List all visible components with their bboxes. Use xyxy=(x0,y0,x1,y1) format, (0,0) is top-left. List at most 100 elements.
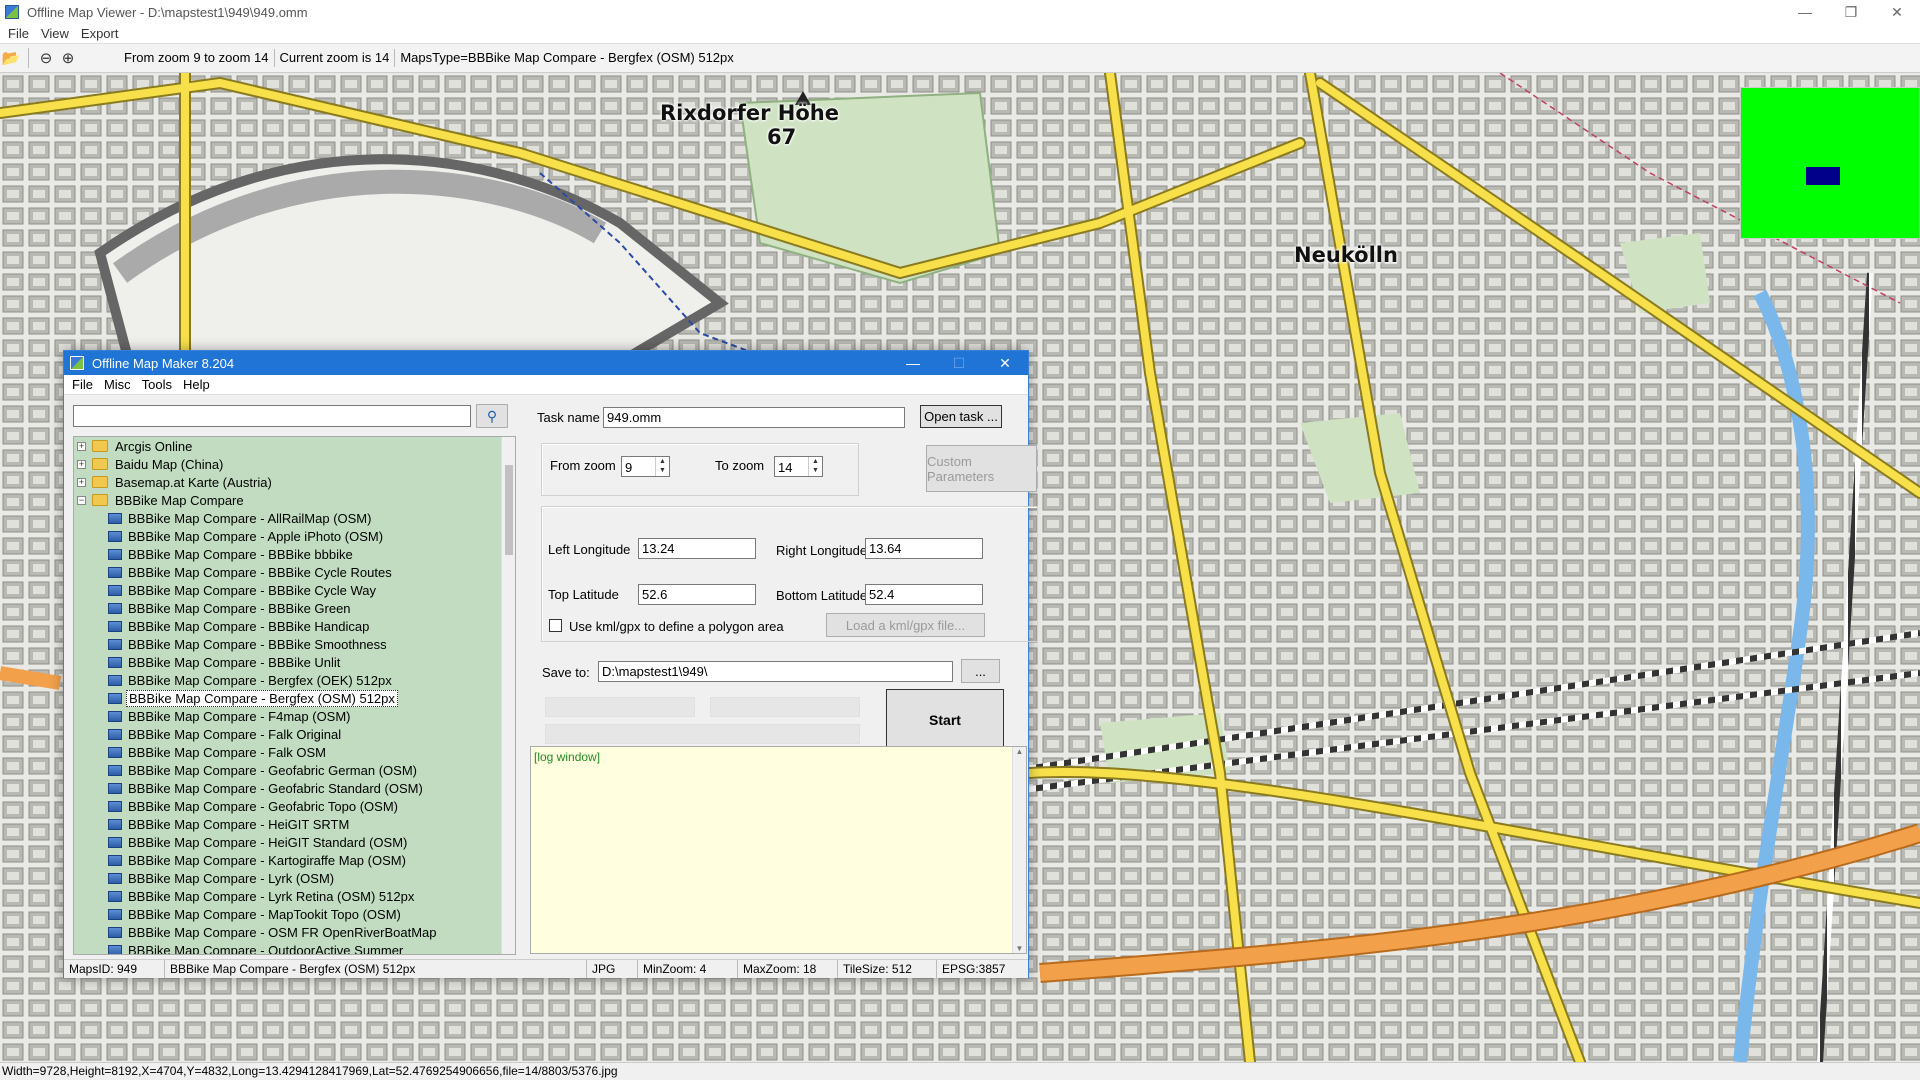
bottom-latitude-input[interactable]: 52.4 xyxy=(865,584,983,605)
tree-item[interactable]: BBBike Map Compare - HeiGIT SRTM xyxy=(74,815,351,833)
map-label-elevation: 67 xyxy=(767,125,797,149)
zoom-range-text: From zoom 9 to zoom 14 xyxy=(119,49,275,67)
restore-icon[interactable]: ❐ xyxy=(1828,0,1874,24)
toolbar-separator xyxy=(28,48,29,68)
map-source-tree[interactable]: + Arcgis Online + Baidu Map (China) + Basemap… xyxy=(73,436,516,955)
tree-item[interactable]: BBBike Map Compare - BBBike Smoothness xyxy=(74,635,389,653)
tree-scrollbar[interactable] xyxy=(501,437,515,954)
tree-item[interactable]: BBBike Map Compare - Geofabric German (O… xyxy=(74,761,419,779)
tree-item[interactable]: BBBike Map Compare - Lyrk Retina (OSM) 5… xyxy=(74,887,416,905)
tree-item[interactable]: BBBike Map Compare - HeiGIT Standard (OS… xyxy=(74,833,409,851)
folder-icon xyxy=(92,458,108,470)
collapse-icon[interactable]: − xyxy=(77,495,86,505)
map-layer-icon xyxy=(108,656,122,668)
spinner-arrows-icon[interactable]: ▲ ▼ xyxy=(655,457,669,476)
search-icon[interactable]: ⚲ xyxy=(476,404,508,428)
start-button[interactable]: Start xyxy=(886,689,1004,750)
save-to-input[interactable]: D:\mapstest1\949\ xyxy=(598,661,953,682)
tree-folder[interactable]: − BBBike Map Compare xyxy=(74,491,246,509)
log-window[interactable]: [log window] ▲ ▼ xyxy=(530,746,1027,954)
map-layer-icon xyxy=(108,530,122,542)
open-folder-icon[interactable]: 📂 xyxy=(0,47,22,69)
dialog-minimize-icon[interactable]: — xyxy=(890,351,936,375)
menu-export[interactable]: Export xyxy=(81,26,119,41)
tree-item-label: BBBike Map Compare - Geofabric Standard … xyxy=(128,780,423,796)
tree-item-label: BBBike Map Compare - Apple iPhoto (OSM) xyxy=(128,528,384,544)
tree-folder[interactable]: + Arcgis Online xyxy=(74,437,194,455)
tree-item-label: BBBike Map Compare - BBBike Cycle Routes xyxy=(128,564,392,580)
save-to-label: Save to: xyxy=(542,665,590,680)
log-scrollbar[interactable]: ▲ ▼ xyxy=(1012,747,1026,953)
tree-scrollbar-thumb[interactable] xyxy=(505,465,513,555)
tree-item[interactable]: BBBike Map Compare - Falk OSM xyxy=(74,743,328,761)
viewer-titlebar: Offline Map Viewer - D:\mapstest1\949\94… xyxy=(0,0,1920,24)
tree-item[interactable]: BBBike Map Compare - BBBike Handicap xyxy=(74,617,371,635)
right-longitude-input[interactable]: 13.64 xyxy=(865,538,983,559)
tree-item-label: BBBike Map Compare - BBBike Unlit xyxy=(128,654,341,670)
left-longitude-input[interactable]: 13.24 xyxy=(638,538,756,559)
dialog-menu-misc[interactable]: Misc xyxy=(104,377,131,392)
spinner-arrows-icon[interactable]: ▲ ▼ xyxy=(808,457,822,476)
to-zoom-spinner[interactable]: 14 ▲ ▼ xyxy=(774,456,823,477)
tree-item[interactable]: BBBike Map Compare - Apple iPhoto (OSM) xyxy=(74,527,385,545)
menu-file[interactable]: File xyxy=(8,26,29,41)
zoom-out-icon[interactable]: ⊖ xyxy=(35,47,57,69)
from-zoom-spinner[interactable]: 9 ▲ ▼ xyxy=(621,456,670,477)
from-zoom-value: 9 xyxy=(625,460,633,475)
zoom-in-icon[interactable]: ⊕ xyxy=(57,47,79,69)
tree-item-label: BBBike Map Compare - BBBike Cycle Way xyxy=(128,582,377,598)
tree-item-label: BBBike Map Compare - F4map (OSM) xyxy=(128,708,351,724)
dialog-menubar: File Misc Tools Help xyxy=(64,375,1028,395)
top-latitude-input[interactable]: 52.6 xyxy=(638,584,756,605)
overview-minimap[interactable] xyxy=(1740,87,1920,239)
tree-item-label: BBBike Map Compare - BBBike bbbike xyxy=(128,546,353,562)
load-kml-button[interactable]: Load a kml/gpx file... xyxy=(826,613,985,637)
expand-icon[interactable]: + xyxy=(77,441,86,451)
browse-button[interactable]: ... xyxy=(961,659,1000,683)
use-kml-label: Use kml/gpx to define a polygon area xyxy=(569,619,784,634)
tree-item[interactable]: BBBike Map Compare - Geofabric Standard … xyxy=(74,779,425,797)
minimap-viewport[interactable] xyxy=(1806,167,1840,185)
dialog-menu-tools[interactable]: Tools xyxy=(142,377,172,392)
open-task-button[interactable]: Open task ... xyxy=(920,405,1002,428)
tree-item[interactable]: BBBike Map Compare - OutdoorActive Summe… xyxy=(74,941,405,954)
tree-item[interactable]: BBBike Map Compare - Kartogiraffe Map (O… xyxy=(74,851,408,869)
tree-item-label: BBBike Map Compare - HeiGIT Standard (OS… xyxy=(128,834,408,850)
map-layer-icon xyxy=(108,818,122,830)
tree-item[interactable]: BBBike Map Compare - BBBike Green xyxy=(74,599,353,617)
offline-map-maker-dialog: Offline Map Maker 8.204 — ☐ ✕ File Misc … xyxy=(63,350,1038,978)
tree-item[interactable]: BBBike Map Compare - AllRailMap (OSM) xyxy=(74,509,373,527)
tree-item[interactable]: BBBike Map Compare - BBBike bbbike xyxy=(74,545,355,563)
tree-item-label: BBBike Map Compare - Falk OSM xyxy=(128,744,326,760)
task-name-input[interactable]: 949.omm xyxy=(603,407,905,428)
dialog-close-icon[interactable]: ✕ xyxy=(982,351,1028,375)
dialog-menu-file[interactable]: File xyxy=(72,377,93,392)
map-search-input[interactable] xyxy=(73,405,471,427)
tree-folder[interactable]: + Basemap.at Karte (Austria) xyxy=(74,473,274,491)
tree-item[interactable]: BBBike Map Compare - Bergfex (OSM) 512px xyxy=(74,689,398,707)
tree-item[interactable]: BBBike Map Compare - Lyrk (OSM) xyxy=(74,869,336,887)
tree-item[interactable]: BBBike Map Compare - Bergfex (OEK) 512px xyxy=(74,671,394,689)
tree-item[interactable]: BBBike Map Compare - OSM FR OpenRiverBoa… xyxy=(74,923,439,941)
tree-item[interactable]: BBBike Map Compare - BBBike Cycle Way xyxy=(74,581,378,599)
tree-item[interactable]: BBBike Map Compare - Geofabric Topo (OSM… xyxy=(74,797,400,815)
progress-bar-total xyxy=(545,724,860,744)
tree-item[interactable]: BBBike Map Compare - BBBike Cycle Routes xyxy=(74,563,394,581)
minimize-icon[interactable]: — xyxy=(1782,0,1828,24)
dialog-menu-help[interactable]: Help xyxy=(183,377,210,392)
tree-item[interactable]: BBBike Map Compare - Falk Original xyxy=(74,725,343,743)
menu-view[interactable]: View xyxy=(41,26,69,41)
tree-item[interactable]: BBBike Map Compare - MapTookit Topo (OSM… xyxy=(74,905,403,923)
tree-folder[interactable]: + Baidu Map (China) xyxy=(74,455,225,473)
folder-icon xyxy=(92,494,108,506)
tree-item[interactable]: BBBike Map Compare - BBBike Unlit xyxy=(74,653,342,671)
custom-parameters-button[interactable]: Custom Parameters xyxy=(926,445,1037,492)
tree-item[interactable]: BBBike Map Compare - F4map (OSM) xyxy=(74,707,353,725)
map-layer-icon xyxy=(108,620,122,632)
tree-item-label: BBBike Map Compare - Falk Original xyxy=(128,726,342,742)
expand-icon[interactable]: + xyxy=(77,477,86,487)
tree-item-label: BBBike Map Compare - Geofabric German (O… xyxy=(128,762,417,778)
use-kml-checkbox[interactable] xyxy=(549,619,562,632)
close-icon[interactable]: ✕ xyxy=(1874,0,1920,24)
expand-icon[interactable]: + xyxy=(77,459,86,469)
